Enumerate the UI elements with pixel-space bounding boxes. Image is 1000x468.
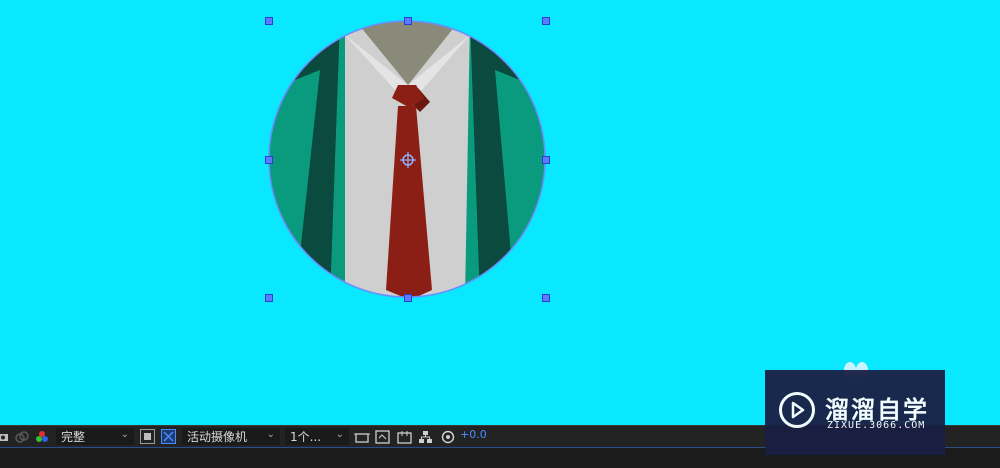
play-logo-icon	[779, 392, 815, 428]
chevron-down-icon: ⌄	[120, 429, 129, 440]
timeline-icon[interactable]	[397, 428, 412, 445]
camera-icon[interactable]	[0, 428, 10, 445]
resolution-value: 完整	[61, 430, 86, 444]
composition-viewport[interactable]	[0, 0, 1000, 425]
region-of-interest-button[interactable]	[140, 429, 155, 444]
camera-view-value: 活动摄像机	[187, 430, 248, 444]
watermark-subtitle: ZIXUE.3066.COM	[827, 420, 926, 431]
flowchart-icon[interactable]	[418, 428, 433, 445]
view-layout-select[interactable]: 1个... ⌄	[285, 428, 349, 445]
handle-bottom-left[interactable]	[265, 294, 273, 302]
handle-top-center[interactable]	[404, 17, 412, 25]
handle-top-right[interactable]	[542, 17, 550, 25]
watermark-badge: 溜溜自学 ZIXUE.3066.COM	[765, 370, 945, 455]
snapshot-icon[interactable]	[15, 428, 29, 445]
rgb-channels-icon[interactable]	[35, 428, 49, 445]
chevron-down-icon: ⌄	[335, 429, 344, 440]
reset-exposure-icon[interactable]	[441, 428, 455, 445]
fast-preview-icon[interactable]	[375, 428, 390, 445]
handle-bottom-right[interactable]	[542, 294, 550, 302]
toggle-pixel-aspect-icon[interactable]	[354, 428, 370, 445]
chevron-down-icon: ⌄	[266, 429, 275, 440]
handle-middle-left[interactable]	[265, 156, 273, 164]
resolution-select[interactable]: 完整 ⌄	[56, 428, 134, 445]
handle-middle-right[interactable]	[542, 156, 550, 164]
handle-top-left[interactable]	[265, 17, 273, 25]
exposure-value[interactable]: +0.0	[460, 428, 487, 441]
view-layout-value: 1个...	[290, 430, 322, 444]
transparency-grid-button[interactable]	[161, 429, 176, 444]
handle-bottom-center[interactable]	[404, 294, 412, 302]
camera-view-select[interactable]: 活动摄像机 ⌄	[182, 428, 280, 445]
